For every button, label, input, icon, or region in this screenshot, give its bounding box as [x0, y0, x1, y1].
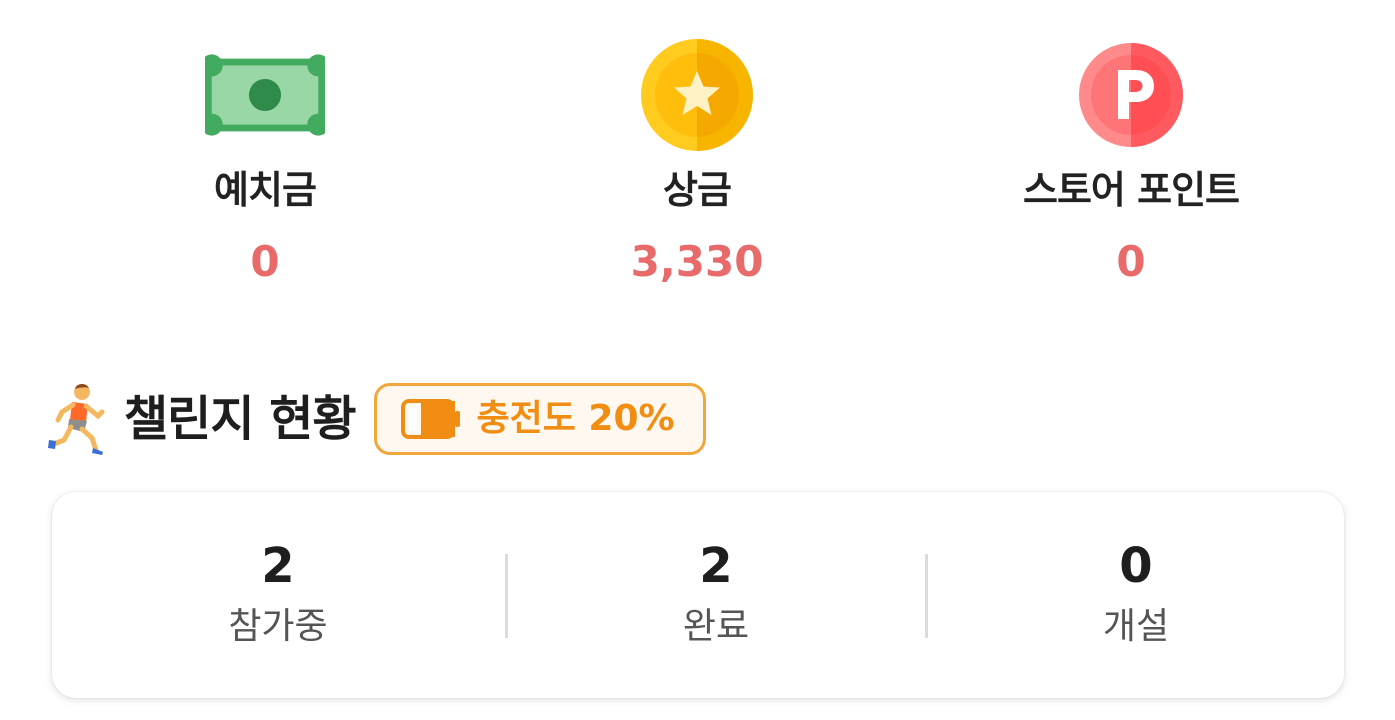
charge-level-text: 충전도 20% — [476, 398, 675, 439]
battery-icon — [400, 399, 461, 439]
stat-value: 2 — [261, 538, 295, 594]
stat-completed[interactable]: 2 완료 — [566, 538, 866, 648]
stat-value: 2 — [699, 538, 733, 594]
stat-value: 0 — [1119, 538, 1153, 594]
stat-opened[interactable]: 0 개설 — [986, 538, 1286, 648]
store-points-value: 0 — [1116, 237, 1146, 286]
charge-level-badge[interactable]: 충전도 20% — [373, 383, 706, 455]
challenge-status-title: 챌린지 현황 — [124, 391, 357, 447]
deposit-balance[interactable]: 예치금 0 — [85, 36, 445, 286]
store-points-balance[interactable]: 스토어 포인트 0 — [951, 36, 1311, 286]
stat-joining[interactable]: 2 참가중 — [128, 538, 428, 648]
stat-label: 완료 — [682, 606, 750, 647]
star-coin-icon — [637, 36, 757, 154]
challenge-status-screen: 예치금 0 상금 3,330 스토어 포인트 0 챌린지 현황 충전도 20% … — [0, 0, 1395, 720]
p-point-icon — [1071, 36, 1191, 154]
balance-summary: 예치금 0 상금 3,330 스토어 포인트 0 — [0, 0, 1395, 300]
stat-divider — [505, 554, 508, 638]
prize-balance[interactable]: 상금 3,330 — [517, 36, 877, 286]
challenge-stats-card: 2 참가중 2 완료 0 개설 — [52, 492, 1344, 698]
deposit-label: 예치금 — [214, 168, 317, 212]
runner-icon — [46, 382, 110, 456]
challenge-status-header: 챌린지 현황 충전도 20% — [46, 380, 706, 458]
banknote-icon — [205, 36, 325, 154]
prize-value: 3,330 — [630, 237, 764, 286]
deposit-value: 0 — [250, 237, 280, 286]
store-points-label: 스토어 포인트 — [1023, 168, 1240, 212]
stat-label: 참가중 — [228, 606, 328, 647]
prize-label: 상금 — [663, 168, 732, 212]
stat-divider — [925, 554, 928, 638]
stat-label: 개설 — [1102, 606, 1170, 647]
